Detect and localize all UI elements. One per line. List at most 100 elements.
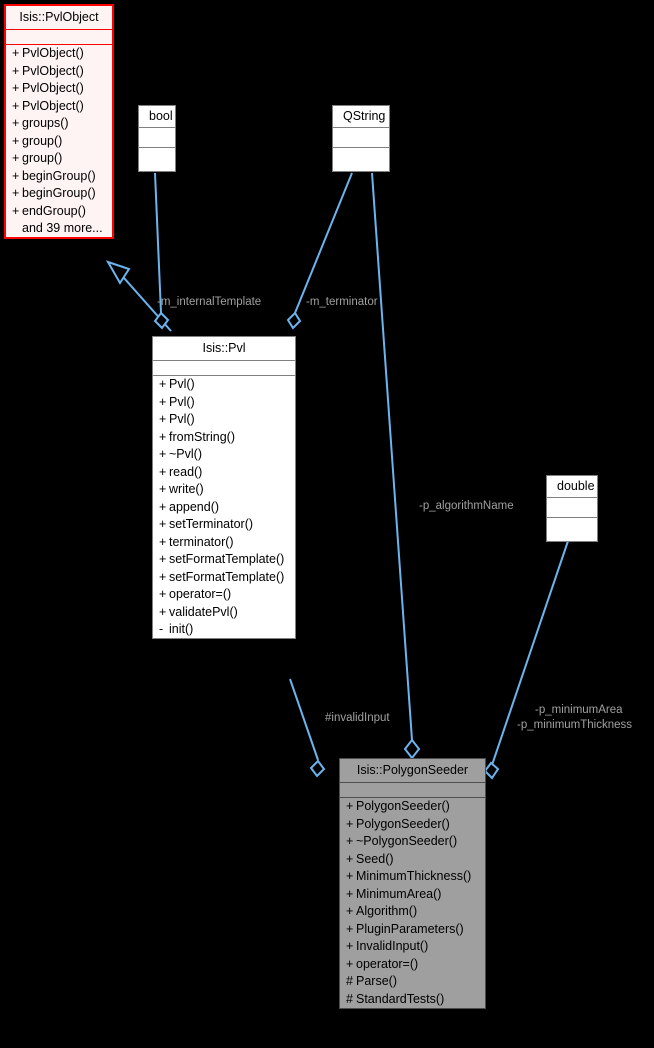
operation-visibility: + — [346, 921, 354, 936]
class-operations — [333, 148, 389, 171]
class-operation-row: + PvlObject() — [6, 62, 112, 80]
operation-label: Pvl() — [169, 377, 195, 391]
aggregation-diamond-invalid-input — [309, 759, 326, 778]
class-node-isis-polygonseeder[interactable]: Isis::PolygonSeeder + PolygonSeeder() + Pol… — [339, 758, 486, 1009]
operation-label: write() — [169, 482, 204, 496]
operation-visibility: + — [159, 587, 167, 601]
aggregation-diamond-minimum-area — [483, 761, 500, 780]
operation-label: MinimumThickness() — [356, 869, 472, 883]
operation-label: Pvl() — [169, 412, 195, 426]
class-operation-row: + fromString() — [153, 428, 295, 446]
operation-visibility: + — [346, 904, 354, 918]
operation-label: PolygonSeeder() — [356, 799, 450, 813]
class-operation-row: + read() — [153, 463, 295, 481]
edge-bool-to-pvl — [154, 172, 162, 314]
class-operation-row: + validatePvl() — [153, 603, 295, 621]
class-node-double[interactable]: double — [546, 475, 598, 542]
class-node-isis-pvlobject[interactable]: Isis::PvlObject + PvlObject() + PvlObject()… — [4, 4, 114, 239]
class-operation-row: + Pvl() — [153, 376, 295, 394]
edge-label-minimum-thickness: -p_minimumThickness — [517, 719, 633, 731]
operation-visibility: + — [159, 569, 167, 584]
operation-visibility: + — [159, 482, 167, 496]
operation-label: fromString() — [169, 429, 235, 444]
class-operation-row: # Parse() — [340, 973, 485, 991]
class-operation-row: + ~Pvl() — [153, 446, 295, 464]
class-operations: + Pvl() + Pvl() + Pvl() + fromString() + ~Pvl() + r… — [153, 376, 295, 639]
operation-visibility: + — [346, 886, 354, 901]
operation-label: and 39 more... — [22, 221, 103, 235]
operation-label: Pvl() — [169, 394, 195, 409]
operation-label: beginGroup() — [22, 186, 96, 200]
operation-label: groups() — [22, 116, 69, 130]
operation-visibility: + — [159, 464, 167, 479]
class-operation-row: + PolygonSeeder() — [340, 815, 485, 833]
class-operation-row: + ~PolygonSeeder() — [340, 833, 485, 851]
operation-visibility: + — [346, 799, 354, 813]
class-operation-row: # StandardTests() — [340, 990, 485, 1008]
operation-visibility: + — [159, 534, 167, 549]
operation-visibility: # — [346, 974, 353, 988]
edge-qstring-to-pvl — [294, 172, 353, 314]
class-node-isis-pvl[interactable]: Isis::Pvl + Pvl() + Pvl() + Pvl() + fromString(… — [152, 336, 296, 639]
edge-label-minimum-area: -p_minimumArea — [535, 704, 623, 716]
operation-visibility: + — [12, 168, 20, 183]
operation-visibility: + — [346, 816, 354, 831]
class-operation-row: + Pvl() — [153, 411, 295, 429]
operation-visibility: - — [159, 622, 164, 636]
edge-label-algorithm-name: -p_algorithmName — [419, 500, 514, 512]
operation-label: endGroup() — [22, 203, 86, 218]
class-node-qstring[interactable]: QString — [332, 105, 390, 172]
class-operation-row: + MinimumThickness() — [340, 868, 485, 886]
class-operations — [139, 148, 175, 171]
operation-visibility: + — [159, 429, 167, 444]
class-operation-row: + operator=() — [153, 586, 295, 604]
class-operation-row: and 39 more... — [6, 220, 112, 238]
operation-visibility: + — [12, 151, 20, 165]
class-operation-row: + group() — [6, 132, 112, 150]
class-operation-row: + setTerminator() — [153, 516, 295, 534]
operation-visibility: + — [159, 517, 167, 531]
operation-visibility: + — [159, 499, 167, 514]
operation-label: group() — [22, 151, 63, 165]
class-operation-row: + endGroup() — [6, 202, 112, 220]
edge-label-terminator: -m_terminator — [306, 296, 378, 308]
class-operation-row: + operator=() — [340, 955, 485, 973]
operation-label: PvlObject() — [22, 98, 84, 113]
class-attributes — [153, 361, 295, 376]
operation-visibility: + — [12, 116, 20, 130]
class-operation-row: + group() — [6, 150, 112, 168]
operation-visibility: + — [346, 851, 354, 866]
operation-label: PvlObject() — [22, 46, 84, 60]
edge-qstring-to-polygonseeder — [371, 172, 413, 741]
class-operations — [547, 518, 597, 541]
operation-visibility: + — [12, 98, 20, 113]
operation-label: InvalidInput() — [356, 939, 429, 953]
operation-visibility: + — [346, 834, 354, 848]
class-operation-row: + Pvl() — [153, 393, 295, 411]
operation-visibility: + — [159, 447, 167, 461]
operation-label: setTerminator() — [169, 517, 254, 531]
operation-visibility: + — [159, 604, 167, 619]
operation-visibility: + — [159, 394, 167, 409]
operation-visibility: + — [12, 46, 20, 60]
class-operation-row: + PvlObject() — [6, 45, 112, 63]
operation-visibility: + — [159, 412, 167, 426]
class-operations: + PvlObject() + PvlObject() + PvlObject() + Pvl… — [6, 45, 112, 238]
class-operation-row: + setFormatTemplate() — [153, 551, 295, 569]
class-operation-row: + MinimumArea() — [340, 885, 485, 903]
operation-visibility: # — [346, 991, 353, 1006]
aggregation-diamond-algorithm-name — [403, 738, 421, 760]
class-node-bool[interactable]: bool — [138, 105, 176, 172]
operation-label: PvlObject() — [22, 63, 84, 78]
operation-label: validatePvl() — [169, 604, 238, 619]
operation-label: ~PolygonSeeder() — [356, 834, 458, 848]
class-operation-row: + beginGroup() — [6, 167, 112, 185]
operation-label: setFormatTemplate() — [169, 552, 285, 566]
edge-pvl-to-polygonseeder — [289, 678, 319, 761]
class-operation-row: + beginGroup() — [6, 185, 112, 203]
class-operation-row: + PluginParameters() — [340, 920, 485, 938]
class-title: double — [547, 476, 597, 498]
operation-visibility: + — [346, 939, 354, 953]
operation-label: PolygonSeeder() — [356, 816, 450, 831]
class-operation-row: + Algorithm() — [340, 903, 485, 921]
